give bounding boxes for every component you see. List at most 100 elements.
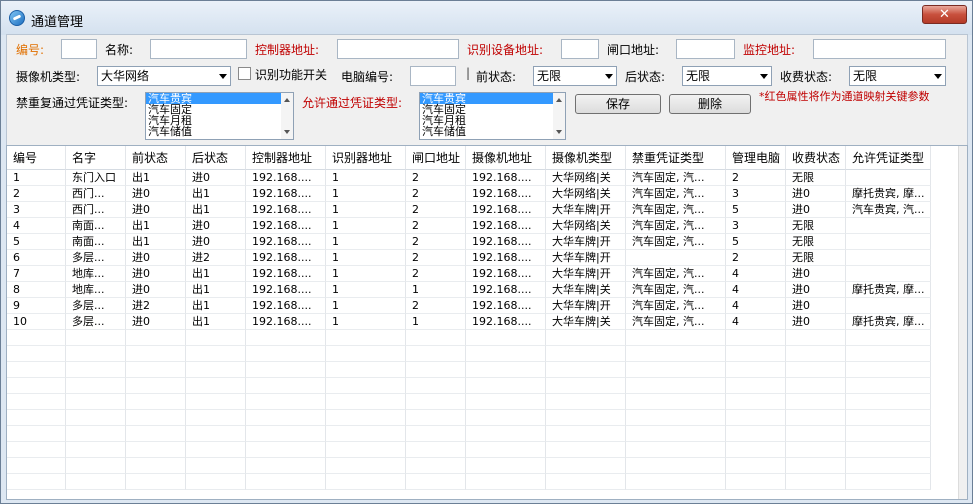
table-cell: 9 bbox=[7, 298, 66, 314]
table-cell: 进0 bbox=[126, 314, 186, 330]
table-row[interactable]: 8 地库... 进0 出1 192.168.... 1 1 192.168.... 大华车牌|关… bbox=[7, 282, 959, 298]
channel-table[interactable]: 编号 名字 前状态 后状态 控制器地址 识别器地址 闸口地址 摄像机地址 摄像机类型 禁重凭证类型… bbox=[6, 145, 968, 500]
table-cell: 192.168.... bbox=[246, 170, 326, 186]
table-cell: 进0 bbox=[786, 314, 846, 330]
table-cell: 2 bbox=[406, 170, 466, 186]
empty-cell bbox=[66, 362, 126, 378]
column-header[interactable]: 管理电脑 bbox=[726, 146, 786, 170]
table-cell: 2 bbox=[406, 202, 466, 218]
table-row[interactable]: 6 多层... 进0 进2 192.168.... 1 2 192.168.... 大华车牌|开… bbox=[7, 250, 959, 266]
scroll-up-icon[interactable] bbox=[284, 98, 290, 102]
column-header[interactable]: 名字 bbox=[66, 146, 126, 170]
table-cell: 进0 bbox=[126, 250, 186, 266]
column-header[interactable]: 收费状态 bbox=[786, 146, 846, 170]
empty-cell bbox=[546, 394, 626, 410]
recognizer-address-input[interactable] bbox=[561, 39, 599, 59]
table-header[interactable]: 编号 名字 前状态 后状态 控制器地址 识别器地址 闸口地址 摄像机地址 摄像机类型 禁重凭证类型… bbox=[7, 146, 959, 170]
empty-cell bbox=[246, 394, 326, 410]
empty-cell bbox=[546, 442, 626, 458]
scrollbar[interactable] bbox=[553, 93, 565, 139]
scroll-up-icon[interactable] bbox=[556, 98, 562, 102]
gate-address-input[interactable] bbox=[676, 39, 735, 59]
empty-cell bbox=[786, 330, 846, 346]
scroll-down-icon[interactable] bbox=[284, 130, 290, 134]
table-cell: 出1 bbox=[126, 170, 186, 186]
table-cell: 1 bbox=[7, 170, 66, 186]
monitor-address-input[interactable] bbox=[813, 39, 946, 59]
empty-cell bbox=[726, 474, 786, 490]
table-cell: 4 bbox=[726, 266, 786, 282]
column-header[interactable]: 闸口地址 bbox=[406, 146, 466, 170]
forbid-type-list[interactable]: 汽车贵宾 汽车固定 汽车月租 汽车储值 bbox=[145, 92, 294, 140]
column-header[interactable]: 摄像机类型 bbox=[546, 146, 626, 170]
empty-cell bbox=[126, 426, 186, 442]
scrollbar[interactable] bbox=[958, 146, 967, 499]
table-row[interactable]: 4 南面... 出1 进0 192.168.... 1 2 192.168.... 大华网络|关… bbox=[7, 218, 959, 234]
title-bar[interactable]: 通道管理 ✕ bbox=[1, 1, 972, 35]
empty-cell bbox=[846, 426, 931, 442]
table-cell: 大华网络|关 bbox=[546, 186, 626, 202]
empty-cell bbox=[466, 394, 546, 410]
table-row[interactable]: 3 西门... 进0 出1 192.168.... 1 2 192.168.... 大华车牌|开… bbox=[7, 202, 959, 218]
table-cell: 出1 bbox=[186, 186, 246, 202]
table-cell: 汽车固定, 汽... bbox=[626, 234, 726, 250]
controller-address-input[interactable] bbox=[337, 39, 459, 59]
charge-state-select[interactable]: 无限 bbox=[849, 66, 946, 86]
table-row[interactable]: 7 地库... 进0 出1 192.168.... 1 2 192.168.... 大华车牌|开… bbox=[7, 266, 959, 282]
column-header[interactable]: 后状态 bbox=[186, 146, 246, 170]
table-row[interactable]: 2 西门... 进0 出1 192.168.... 1 2 192.168.... 大华网络|关… bbox=[7, 186, 959, 202]
table-cell: 192.168.... bbox=[246, 282, 326, 298]
recognition-switch-label: 识别功能开关 bbox=[255, 68, 328, 82]
table-cell: 192.168.... bbox=[466, 218, 546, 234]
number-input[interactable] bbox=[61, 39, 97, 59]
channel-form: 编号: 名称: 控制器地址: 识别设备地址: 闸口地址: 监控地址: 摄像机类型… bbox=[6, 34, 968, 145]
table-row[interactable]: 9 多层... 进2 出1 192.168.... 1 2 192.168.... 大华车牌|开… bbox=[7, 298, 959, 314]
allow-type-list[interactable]: 汽车贵宾 汽车固定 汽车月租 汽车储值 bbox=[419, 92, 566, 140]
camera-type-value: 大华网络 bbox=[101, 69, 150, 83]
empty-cell bbox=[406, 442, 466, 458]
column-header[interactable]: 允许凭证类型 bbox=[846, 146, 931, 170]
scrollbar[interactable] bbox=[281, 93, 293, 139]
scroll-down-icon[interactable] bbox=[556, 130, 562, 134]
empty-cell bbox=[466, 362, 546, 378]
table-row[interactable]: 1 东门入口 出1 进0 192.168.... 1 2 192.168.... 大华网络|关汽… bbox=[7, 170, 959, 186]
empty-cell bbox=[126, 474, 186, 490]
list-item[interactable]: 汽车储值 bbox=[146, 126, 293, 137]
delete-button[interactable]: 删除 bbox=[669, 94, 751, 114]
name-input[interactable] bbox=[150, 39, 247, 59]
table-cell: 3 bbox=[726, 218, 786, 234]
front-state-value: 无限 bbox=[537, 69, 562, 83]
empty-cell bbox=[246, 378, 326, 394]
empty-cell bbox=[546, 474, 626, 490]
column-header[interactable]: 禁重凭证类型 bbox=[626, 146, 726, 170]
empty-row bbox=[7, 378, 959, 394]
empty-cell bbox=[466, 378, 546, 394]
empty-cell bbox=[626, 346, 726, 362]
empty-cell bbox=[466, 442, 546, 458]
recognition-switch-checkbox[interactable] bbox=[238, 67, 251, 80]
empty-cell bbox=[406, 458, 466, 474]
list-item[interactable]: 汽车储值 bbox=[420, 126, 565, 137]
table-row[interactable]: 10 多层... 进0 出1 192.168.... 1 1 192.168.... 大华车牌|… bbox=[7, 314, 959, 330]
empty-cell bbox=[7, 394, 66, 410]
column-header[interactable]: 摄像机地址 bbox=[466, 146, 546, 170]
camera-type-select[interactable]: 大华网络 bbox=[97, 66, 231, 86]
table-cell: 192.168.... bbox=[246, 266, 326, 282]
column-header[interactable]: 前状态 bbox=[126, 146, 186, 170]
table-cell: 进0 bbox=[786, 186, 846, 202]
save-button[interactable]: 保存 bbox=[575, 94, 661, 114]
table-cell: 进0 bbox=[786, 202, 846, 218]
column-header[interactable]: 编号 bbox=[7, 146, 66, 170]
table-cell: 192.168.... bbox=[246, 218, 326, 234]
close-button[interactable]: ✕ bbox=[922, 5, 967, 24]
front-state-select[interactable]: 无限 bbox=[533, 66, 617, 86]
empty-cell bbox=[186, 426, 246, 442]
table-row[interactable]: 5 南面... 出1 进0 192.168.... 1 2 192.168.... 大华车牌|开… bbox=[7, 234, 959, 250]
table-cell: 大华车牌|关 bbox=[546, 314, 626, 330]
column-header[interactable]: 控制器地址 bbox=[246, 146, 326, 170]
empty-cell bbox=[66, 410, 126, 426]
pc-number-input[interactable] bbox=[410, 66, 456, 86]
camera-type-label: 摄像机类型: bbox=[16, 70, 81, 84]
back-state-select[interactable]: 无限 bbox=[682, 66, 772, 86]
column-header[interactable]: 识别器地址 bbox=[326, 146, 406, 170]
